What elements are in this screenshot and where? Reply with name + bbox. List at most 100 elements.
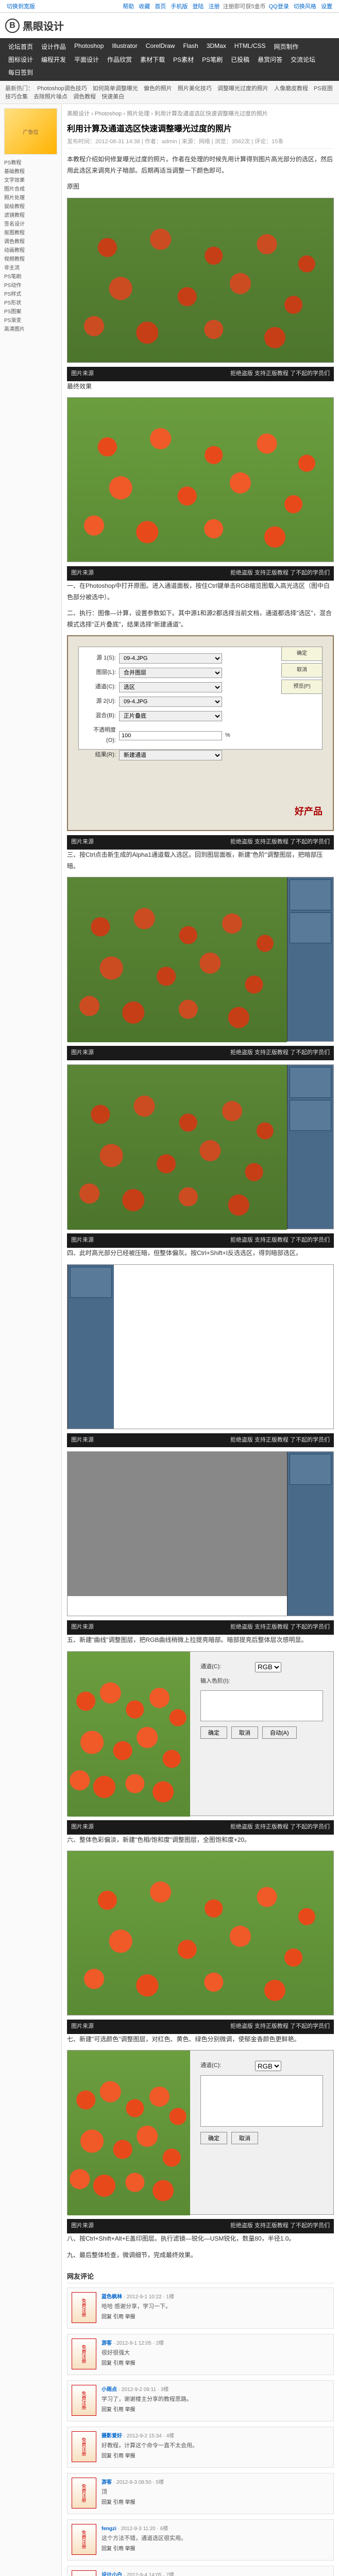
topbar-login-link[interactable]: 登陆 [192,4,204,10]
comment-quote-link[interactable]: 引用 [113,2453,124,2459]
comment-reply-link[interactable]: 回复 [101,2546,112,2552]
crumb-link[interactable]: Photoshop [95,111,122,117]
side-link[interactable]: 高清图片 [4,325,57,334]
comment-user[interactable]: 游客 [101,2480,112,2485]
side-link[interactable]: 鼠绘教程 [4,202,57,211]
comment-reply-link[interactable]: 回复 [101,2407,112,2413]
comment-reply-link[interactable]: 回复 [101,2453,112,2459]
dialog-ok-button[interactable]: 确定 [281,647,323,661]
comment-avatar[interactable]: 免费注册 [72,2524,96,2555]
nav-item[interactable]: Illustrator [109,41,140,52]
comment-avatar[interactable]: 免费注册 [72,2385,96,2416]
nav-item[interactable]: PS素材 [170,54,197,65]
comment-avatar[interactable]: 免费注册 [72,2478,96,2509]
comment-reply-link[interactable]: 回复 [101,2314,112,2320]
levels-auto[interactable]: 自动(A) [262,1726,297,1739]
side-link[interactable]: 动画教程 [4,246,57,255]
comment-report-link[interactable]: 举报 [125,2407,135,2413]
comment-avatar[interactable]: 免费注册 [72,2431,96,2462]
selcolor-cancel[interactable]: 取消 [231,2132,258,2144]
topbar-link[interactable]: 首页 [155,4,166,10]
comment-quote-link[interactable]: 引用 [113,2546,124,2552]
topbar-link[interactable]: 手机版 [171,4,188,10]
side-link[interactable]: 基础教程 [4,167,57,176]
dialog-src1[interactable]: 09-4.JPG [119,653,222,664]
dialog-preview-check[interactable]: 预览(P) [281,680,323,694]
side-link[interactable]: 滤镜教程 [4,211,57,220]
comment-report-link[interactable]: 举报 [125,2314,135,2320]
comment-avatar[interactable]: 免费注册 [72,2292,96,2323]
site-logo[interactable]: B 黑眼设计 [5,18,64,33]
subnav-link[interactable]: 照片美化技巧 [178,86,212,92]
nav-item[interactable]: 平面设计 [71,54,102,65]
topbar-qq-login[interactable]: QQ登录 [269,4,289,10]
subnav-link[interactable]: 去除照片噪点 [33,94,67,100]
topbar-link[interactable]: 帮助 [123,4,134,10]
comment-report-link[interactable]: 举报 [125,2453,135,2459]
levels-ok[interactable]: 确定 [200,1726,227,1739]
comment-user[interactable]: 设计小白 [101,2572,122,2576]
side-link[interactable]: PS笔刷 [4,273,57,281]
subnav-link[interactable]: 如何简单调整曝光 [93,86,138,92]
side-link[interactable]: 文字效果 [4,176,57,185]
comment-quote-link[interactable]: 引用 [113,2361,124,2366]
nav-item[interactable]: Photoshop [71,41,107,52]
side-link[interactable]: 照片处理 [4,194,57,202]
selcolor-ok[interactable]: 确定 [200,2132,227,2144]
nav-item[interactable]: 作品欣赏 [104,54,135,65]
comment-reply-link[interactable]: 回复 [101,2500,112,2505]
side-link[interactable]: 图片合成 [4,185,57,194]
comment-quote-link[interactable]: 引用 [113,2314,124,2320]
side-link[interactable]: 非主流 [4,264,57,273]
side-link[interactable]: 签名设计 [4,220,57,229]
nav-item[interactable]: 悬赏问答 [255,54,285,65]
levels-cancel[interactable]: 取消 [231,1726,258,1739]
side-link[interactable]: 视频教程 [4,255,57,264]
levels-channel[interactable]: RGB [255,1662,281,1672]
comment-report-link[interactable]: 举报 [125,2361,135,2366]
subnav-link[interactable]: 调整曝光过度的照片 [217,86,268,92]
crumb-link[interactable]: 照片处理 [127,111,149,117]
subnav-link[interactable]: 快速美白 [101,94,124,100]
nav-item[interactable]: 每日签到 [5,67,36,78]
side-link[interactable]: 抠图教程 [4,229,57,238]
topbar-link[interactable]: 切换到宽版 [7,4,35,10]
nav-item[interactable]: 网页制作 [271,41,302,52]
nav-item[interactable]: 设计作品 [38,41,69,52]
topbar-register-link[interactable]: 注册 [209,4,220,10]
side-link[interactable]: PS渐变 [4,316,57,325]
topbar-link[interactable]: 切换风格 [294,4,316,10]
side-link[interactable]: PS教程 [4,159,57,167]
subnav-link[interactable]: Photoshop调色技巧 [37,86,87,92]
nav-item[interactable]: 图标设计 [5,54,36,65]
dialog-blend[interactable]: 正片叠底 [119,711,222,721]
comment-quote-link[interactable]: 引用 [113,2407,124,2413]
subnav-link[interactable]: 偏色的照片 [144,86,172,92]
nav-item[interactable]: 论坛首页 [5,41,36,52]
subnav-link[interactable]: 调色教程 [73,94,96,100]
comment-avatar[interactable]: 免费注册 [72,2570,96,2576]
nav-item[interactable]: 编程开发 [38,54,69,65]
side-link[interactable]: PS形状 [4,299,57,308]
comment-user[interactable]: fengzi [101,2526,116,2532]
nav-item[interactable]: CorelDraw [143,41,178,52]
nav-item[interactable]: 交流论坛 [287,54,318,65]
side-link[interactable]: PS样式 [4,290,57,299]
side-link[interactable]: PS图案 [4,308,57,316]
crumb-link[interactable]: 黑眼设计 [67,111,90,117]
dialog-cancel-button[interactable]: 取消 [281,663,323,677]
dialog-opacity[interactable] [119,731,222,740]
comment-avatar[interactable]: 免费注册 [72,2338,96,2369]
nav-item[interactable]: 已投稿 [228,54,252,65]
selcolor-channel[interactable]: RGB [255,2061,281,2071]
side-link[interactable]: 调色教程 [4,238,57,246]
dialog-src2[interactable]: 09-4.JPG [119,697,222,707]
topbar-link[interactable]: 收藏 [139,4,150,10]
dialog-layer1[interactable]: 合并图层 [119,668,222,678]
comment-reply-link[interactable]: 回复 [101,2361,112,2366]
subnav-link[interactable]: 人像磨皮教程 [274,86,308,92]
nav-item[interactable]: Flash [180,41,201,52]
comment-user[interactable]: 游客 [101,2341,112,2346]
comment-user[interactable]: 小雨点 [101,2387,117,2393]
comment-user[interactable]: 摄影爱好 [101,2433,122,2439]
